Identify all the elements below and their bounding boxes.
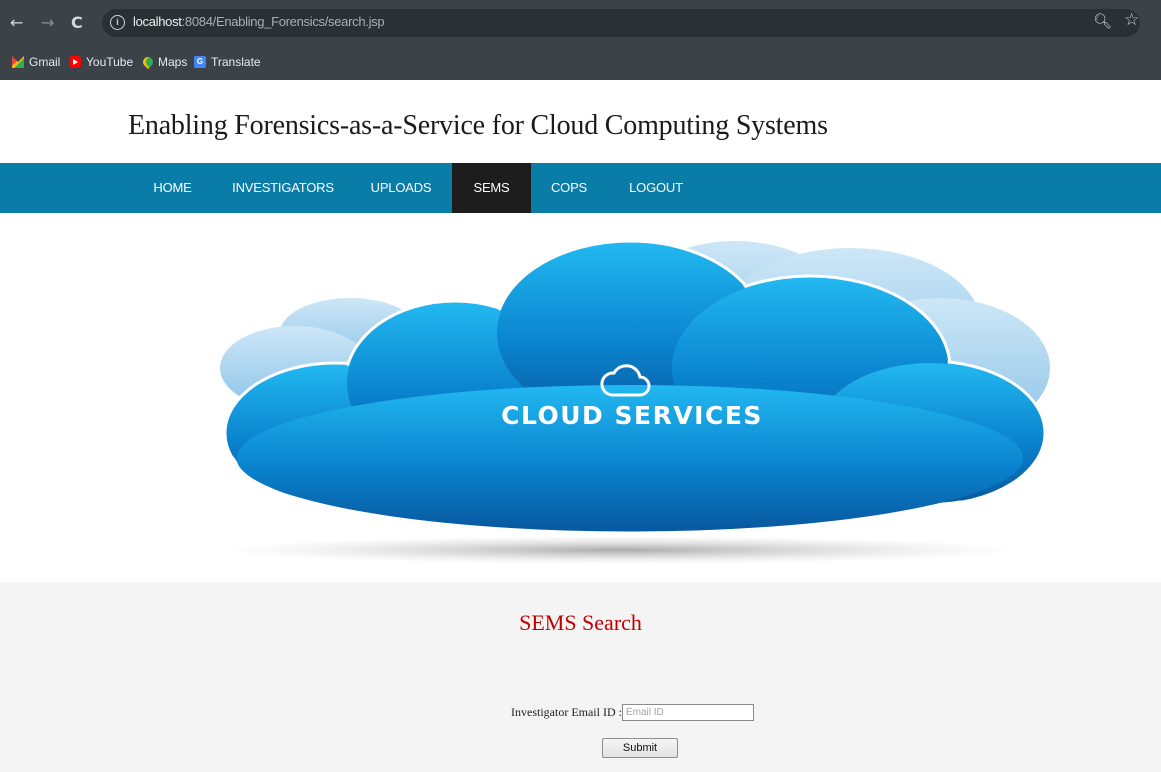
bookmark-star-icon[interactable]: ☆ bbox=[1124, 10, 1139, 30]
bookmark-maps[interactable]: Maps bbox=[140, 54, 188, 70]
site-title: Enabling Forensics-as-a-Service for Clou… bbox=[128, 110, 828, 141]
main-nav: HOME INVESTIGATORS UPLOADS SEMS COPS LOG… bbox=[0, 163, 1161, 213]
email-field-label: Investigator Email ID : bbox=[511, 705, 622, 719]
maps-icon bbox=[140, 54, 156, 70]
bookmark-youtube[interactable]: YouTube bbox=[69, 55, 133, 69]
nav-investigators[interactable]: INVESTIGATORS bbox=[214, 163, 352, 213]
youtube-icon bbox=[69, 56, 81, 68]
translate-icon: G bbox=[194, 56, 206, 68]
bookmarks-bar: Gmail YouTube Maps G Translate bbox=[0, 46, 1161, 80]
back-arrow-icon[interactable]: ← bbox=[10, 13, 23, 33]
url-text[interactable]: localhost:8084/Enabling_Forensics/search… bbox=[133, 14, 385, 29]
bookmark-label: YouTube bbox=[86, 55, 134, 69]
search-section: SEMS Search Investigator Email ID : Subm… bbox=[0, 582, 1161, 772]
bookmark-gmail[interactable]: Gmail bbox=[12, 55, 60, 69]
submit-button[interactable]: Submit bbox=[602, 738, 678, 758]
email-field[interactable] bbox=[622, 704, 754, 721]
reload-icon[interactable]: C bbox=[71, 13, 83, 33]
site-info-icon[interactable]: i bbox=[110, 15, 125, 30]
nav-uploads[interactable]: UPLOADS bbox=[352, 163, 450, 213]
nav-logout[interactable]: LOGOUT bbox=[610, 163, 702, 213]
forward-arrow-icon[interactable]: → bbox=[41, 13, 54, 33]
bookmark-label: Maps bbox=[158, 55, 188, 69]
bookmark-label: Gmail bbox=[29, 55, 61, 69]
zoom-icon[interactable]: 🔍︎ bbox=[1093, 12, 1112, 30]
nav-cops[interactable]: COPS bbox=[533, 163, 605, 213]
address-bar[interactable]: i localhost:8084/Enabling_Forensics/sear… bbox=[102, 9, 1140, 37]
nav-sems[interactable]: SEMS bbox=[452, 163, 531, 213]
bookmark-translate[interactable]: G Translate bbox=[194, 55, 261, 69]
banner-text: CLOUD SERVICES bbox=[501, 401, 763, 430]
address-row: ← → C i localhost:8084/Enabling_Forensic… bbox=[0, 0, 1161, 46]
nav-home[interactable]: HOME bbox=[135, 163, 210, 213]
cloud-shadow bbox=[220, 536, 1020, 564]
browser-chrome: ← → C i localhost:8084/Enabling_Forensic… bbox=[0, 0, 1161, 80]
cloud-services-banner: CLOUD SERVICES bbox=[220, 239, 1050, 564]
bookmark-label: Translate bbox=[211, 55, 261, 69]
gmail-icon bbox=[12, 56, 24, 68]
search-title: SEMS Search bbox=[519, 610, 642, 635]
